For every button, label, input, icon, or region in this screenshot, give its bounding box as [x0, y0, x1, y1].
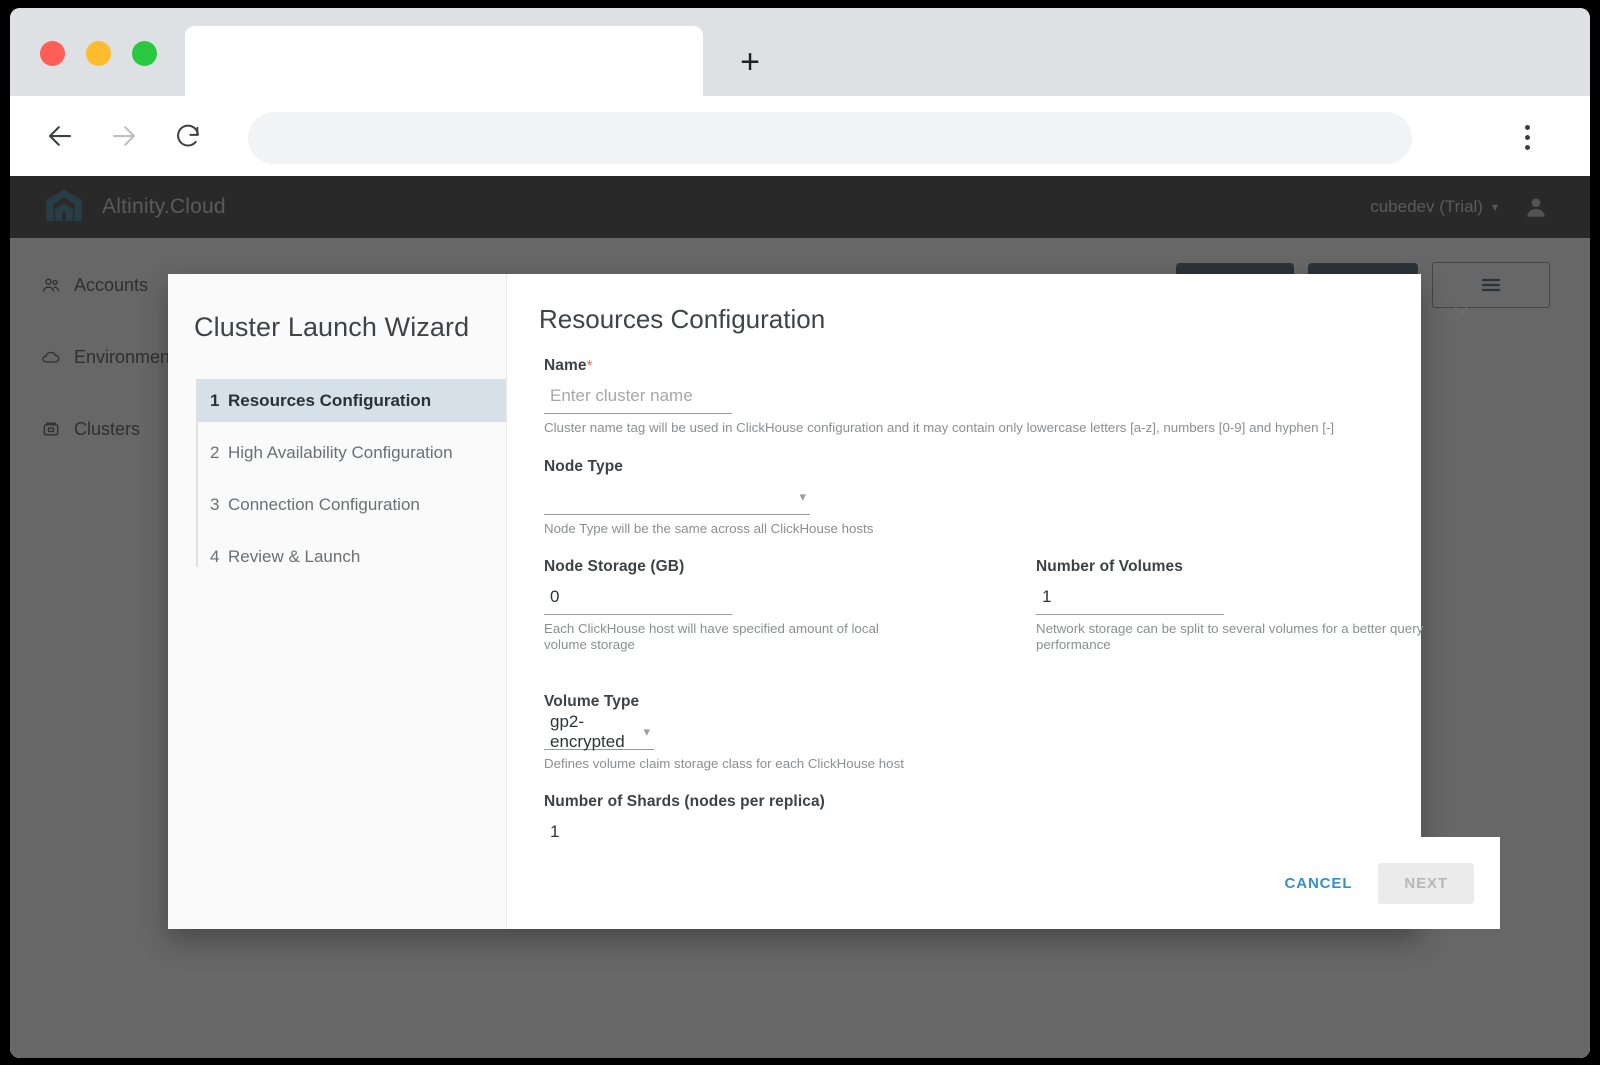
- field-volume-type: Volume Type gp2-encrypted ▾ Defines volu…: [544, 693, 1468, 772]
- browser-tab-strip: +: [10, 8, 1590, 96]
- cluster-launch-wizard-dialog: Cluster Launch Wizard 1 Resources Config…: [168, 274, 1500, 929]
- kebab-menu-icon[interactable]: [1514, 114, 1540, 160]
- field-label-node-type: Node Type: [544, 457, 623, 475]
- close-icon[interactable]: [1444, 296, 1478, 330]
- step-number: 4: [210, 546, 220, 566]
- node-storage-input[interactable]: 0: [544, 582, 732, 616]
- number-of-shards-value: 1: [550, 822, 560, 837]
- wizard-content-pane: Resources Configuration Name* Enter clus…: [507, 274, 1500, 929]
- field-hint-number-of-volumes: Network storage can be split to several …: [1036, 621, 1424, 653]
- number-of-shards-input[interactable]: 1: [544, 817, 732, 837]
- field-label-number-of-shards: Number of Shards (nodes per replica): [544, 793, 825, 811]
- required-indicator: *: [586, 357, 593, 374]
- node-type-select[interactable]: ▾: [544, 482, 810, 515]
- step-rail-line: [196, 379, 198, 567]
- resources-configuration-form: Name* Enter cluster name Cluster name ta…: [507, 335, 1500, 837]
- step-label: Connection Configuration: [228, 494, 420, 514]
- field-label-number-of-volumes: Number of Volumes: [1036, 558, 1183, 576]
- number-of-volumes-input[interactable]: 1: [1036, 582, 1224, 616]
- field-name: Name* Enter cluster name Cluster name ta…: [544, 357, 1468, 436]
- volume-type-value: gp2-encrypted: [550, 711, 625, 751]
- field-hint-volume-type: Defines volume claim storage class for e…: [544, 755, 904, 771]
- dialog-header: Resources Configuration: [507, 274, 1500, 335]
- step-number: 1: [210, 390, 220, 410]
- window-controls: [40, 41, 157, 66]
- wizard-step-connection-configuration[interactable]: 3 Connection Configuration: [196, 483, 506, 526]
- address-bar[interactable]: [248, 112, 1412, 164]
- number-of-volumes-value: 1: [1042, 587, 1052, 607]
- field-label-volume-type: Volume Type: [544, 692, 640, 710]
- cancel-button[interactable]: CANCEL: [1266, 864, 1370, 903]
- wizard-step-sidebar: Cluster Launch Wizard 1 Resources Config…: [168, 274, 507, 929]
- field-number-of-shards: Number of Shards (nodes per replica) 1 E…: [544, 793, 1468, 837]
- step-label: High Availability Configuration: [228, 442, 453, 462]
- window-maximize-button[interactable]: [132, 41, 157, 66]
- field-label-name: Name*: [544, 357, 1468, 375]
- reload-icon[interactable]: [164, 112, 212, 160]
- browser-window: + Cluster Launch Wizard 1 Resources Conf…: [10, 8, 1590, 1058]
- step-number: 2: [210, 442, 220, 462]
- window-minimize-button[interactable]: [86, 41, 111, 66]
- volume-type-select[interactable]: gp2-encrypted ▾: [544, 712, 654, 751]
- field-label-node-storage: Node Storage (GB): [544, 558, 685, 576]
- new-tab-icon[interactable]: +: [728, 40, 772, 84]
- field-hint-node-type: Node Type will be the same across all Cl…: [544, 520, 874, 536]
- next-button[interactable]: NEXT: [1378, 862, 1474, 904]
- node-storage-value: 0: [550, 587, 560, 607]
- field-hint-name: Cluster name tag will be used in ClickHo…: [544, 420, 1335, 435]
- window-close-button[interactable]: [40, 41, 65, 66]
- forward-icon[interactable]: [100, 112, 148, 160]
- cluster-name-placeholder: Enter cluster name: [550, 386, 693, 405]
- field-node-type: Node Type ▾ Node Type will be the same a…: [544, 458, 1468, 537]
- field-node-storage: Node Storage (GB) 0 Each ClickHouse host…: [544, 558, 976, 652]
- page-viewport: Altinity.Cloud cubedev (Trial) ▾: [10, 176, 1590, 1058]
- label-text: Name: [544, 357, 587, 374]
- step-label: Review & Launch: [228, 546, 361, 566]
- new-tab-label: +: [740, 43, 760, 81]
- browser-tab-active[interactable]: [185, 26, 703, 96]
- chevron-down-icon: ▾: [799, 489, 806, 505]
- storage-row: Node Storage (GB) 0 Each ClickHouse host…: [544, 558, 1468, 672]
- back-icon[interactable]: [36, 112, 84, 160]
- wizard-step-resources-configuration[interactable]: 1 Resources Configuration: [196, 379, 506, 422]
- field-hint-node-storage: Each ClickHouse host will have specified…: [544, 621, 879, 653]
- page-title: Resources Configuration: [539, 304, 826, 334]
- wizard-step-list: 1 Resources Configuration 2 High Availab…: [168, 379, 506, 578]
- wizard-step-high-availability-configuration[interactable]: 2 High Availability Configuration: [196, 431, 506, 474]
- wizard-title: Cluster Launch Wizard: [194, 312, 470, 342]
- dialog-footer: CANCEL NEXT: [507, 837, 1500, 929]
- chevron-down-icon: ▾: [643, 724, 650, 740]
- wizard-step-review-and-launch[interactable]: 4 Review & Launch: [196, 535, 506, 578]
- field-number-of-volumes: Number of Volumes 1 Network storage can …: [1036, 558, 1468, 652]
- cluster-name-input[interactable]: Enter cluster name: [544, 381, 732, 414]
- browser-toolbar: [10, 96, 1590, 176]
- step-number: 3: [210, 494, 220, 514]
- step-label: Resources Configuration: [228, 390, 432, 410]
